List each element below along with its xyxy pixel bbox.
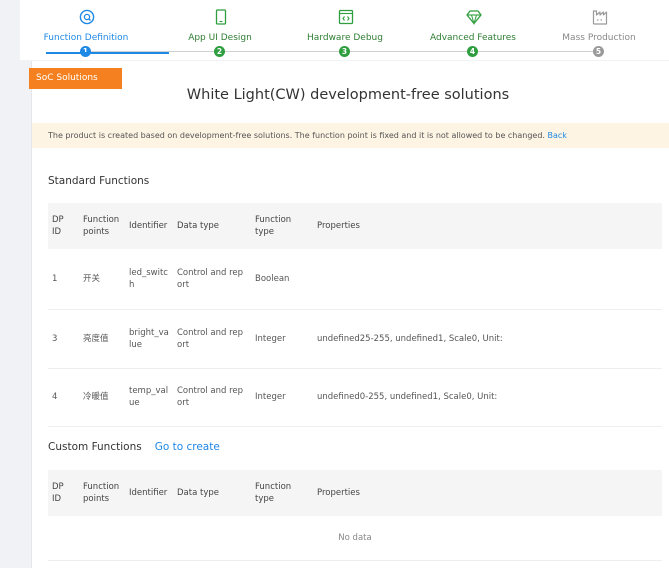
phone-icon [215, 9, 227, 25]
column-header: DP ID [48, 470, 79, 516]
properties-cell: undefined25-255, undefined1, Scale0, Uni… [313, 309, 662, 369]
custom-functions-header: Custom Functions Go to create [48, 441, 220, 453]
identifier-cell: led_switch [125, 249, 173, 310]
column-header: Identifier [125, 203, 173, 249]
dp-id-cell: 1 [48, 249, 79, 310]
notice-text: The product is created based on developm… [48, 131, 545, 140]
step-hardware-debug[interactable]: Hardware Debug 3 [280, 0, 410, 60]
step-number: 2 [214, 46, 225, 57]
function-type-cell: Integer [251, 368, 313, 427]
function-point-cell: 开关 [79, 249, 125, 310]
soc-solutions-tag: SoC Solutions [29, 68, 122, 89]
column-header: Data type [173, 470, 251, 516]
column-header: Data type [173, 203, 251, 249]
diamond-icon [466, 10, 482, 25]
step-label: App UI Design [188, 33, 252, 43]
dp-id-cell: 3 [48, 309, 79, 369]
data-type-cell: Control and report [173, 249, 251, 310]
step-label: Mass Production [562, 33, 636, 43]
step-label: Advanced Features [429, 33, 516, 43]
step-label: Function Definition [43, 33, 129, 43]
step-number: 5 [593, 46, 604, 57]
function-point-cell: 冷暖值 [79, 368, 125, 427]
go-to-create-link[interactable]: Go to create [155, 441, 220, 453]
step-number: 4 [467, 46, 478, 57]
standard-functions-table: DP ID Function points Identifier Data ty… [48, 203, 662, 427]
table-header-row: DP ID Function points Identifier Data ty… [48, 470, 662, 516]
column-header: Function type [251, 203, 313, 249]
column-header: Properties [313, 203, 662, 249]
back-link[interactable]: Back [548, 131, 567, 140]
function-type-cell: Integer [251, 309, 313, 369]
custom-functions-title: Custom Functions [48, 441, 142, 453]
step-advanced-features[interactable]: Advanced Features 4 [408, 0, 538, 60]
progress-stepper: Function Definition 1 App UI Design 2 Ha… [20, 0, 669, 60]
standard-functions-title: Standard Functions [48, 175, 150, 187]
step-app-ui-design[interactable]: App UI Design 2 [155, 0, 285, 60]
step-label: Hardware Debug [307, 33, 383, 43]
code-window-icon [338, 9, 354, 25]
step-function-definition[interactable]: Function Definition 1 [21, 0, 151, 60]
data-type-cell: Control and report [173, 309, 251, 369]
custom-functions-table: DP ID Function points Identifier Data ty… [48, 470, 662, 561]
function-type-cell: Boolean [251, 249, 313, 310]
column-header: Function points [79, 203, 125, 249]
table-header-row: DP ID Function points Identifier Data ty… [48, 203, 662, 249]
main-card: SoC Solutions White Light(CW) developmen… [29, 61, 669, 568]
table-row: 3 亮度值 bright_value Control and report In… [48, 309, 662, 369]
table-row: 4 冷暖值 temp_value Control and report Inte… [48, 368, 662, 427]
data-type-cell: Control and report [173, 368, 251, 427]
table-row: 1 开关 led_switch Control and report Boole… [48, 249, 662, 310]
function-point-cell: 亮度值 [79, 309, 125, 369]
active-step-underline [46, 52, 169, 54]
step-number: 3 [339, 46, 350, 57]
properties-cell: undefined0-255, undefined1, Scale0, Unit… [313, 368, 662, 427]
step-mass-production[interactable]: Mass Production 5 [534, 0, 664, 60]
factory-icon [592, 10, 608, 25]
dp-id-cell: 4 [48, 368, 79, 427]
notice-banner: The product is created based on developm… [32, 123, 669, 148]
empty-row: No data [48, 516, 662, 561]
properties-cell [313, 249, 662, 310]
identifier-cell: bright_value [125, 309, 173, 369]
identifier-cell: temp_value [125, 368, 173, 427]
column-header: Function type [251, 470, 313, 516]
column-header: Function points [79, 470, 125, 516]
page-title: White Light(CW) development-free solutio… [186, 87, 510, 103]
function-definition-icon [79, 9, 95, 25]
column-header: DP ID [48, 203, 79, 249]
column-header: Properties [313, 470, 662, 516]
no-data-text: No data [48, 516, 662, 561]
column-header: Identifier [125, 470, 173, 516]
